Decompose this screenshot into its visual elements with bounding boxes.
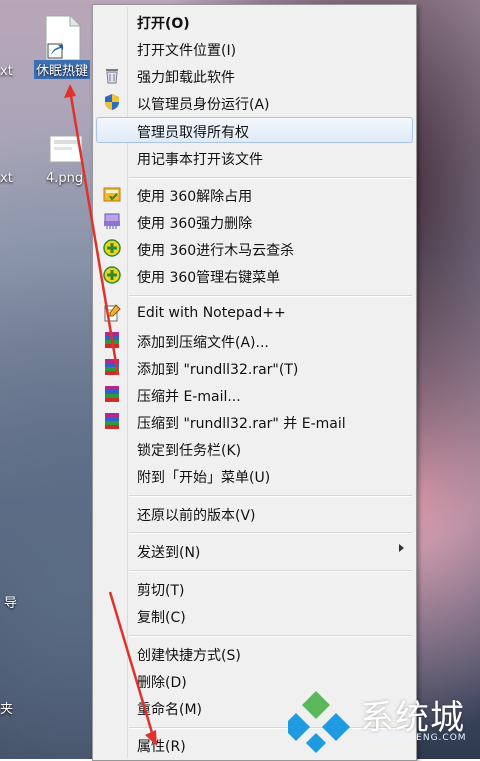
menu-item-open-location[interactable]: 打开文件位置(I) <box>93 36 416 60</box>
menu-item-open-notepad[interactable]: 用记事本打开该文件 <box>93 145 416 169</box>
desktop-text-fragment: 导 <box>4 596 18 611</box>
menu-item-add-to-rar[interactable]: 添加到 "rundll32.rar"(T) <box>93 355 416 379</box>
menu-item-label: 附到「开始」菜单(U) <box>137 470 271 486</box>
desktop-text-fragment: xt <box>0 171 13 186</box>
menu-item-send-to[interactable]: 发送到(N) <box>93 538 416 562</box>
menu-item-compress-email[interactable]: 压缩并 E-mail... <box>93 382 416 406</box>
menu-separator <box>129 495 412 497</box>
menu-item-360-manage-menu[interactable]: 使用 360管理右键菜单 <box>93 263 416 287</box>
watermark-title: 系统城 <box>360 698 465 738</box>
menu-item-label: 用记事本打开该文件 <box>137 152 263 168</box>
submenu-arrow-icon <box>399 544 404 552</box>
menu-item-label: 使用 360管理右键菜单 <box>137 270 281 286</box>
menu-item-label: 打开文件位置(I) <box>137 43 237 59</box>
shortcut-file-icon[interactable] <box>38 14 86 61</box>
menu-item-label: 还原以前的版本(V) <box>137 508 256 524</box>
menu-item-label: 压缩并 E-mail... <box>137 389 241 405</box>
menu-item-pin-start[interactable]: 附到「开始」菜单(U) <box>93 463 416 487</box>
winrar-icon <box>103 412 121 430</box>
menu-item-compress-rar-email[interactable]: 压缩到 "rundll32.rar" 并 E-mail <box>93 409 416 433</box>
menu-item-label: 强力卸载此软件 <box>137 70 235 86</box>
menu-item-label: 添加到压缩文件(A)... <box>137 335 269 351</box>
menu-separator <box>129 177 412 179</box>
menu-item-360-shred[interactable]: 使用 360强力删除 <box>93 209 416 233</box>
menu-item-label: 添加到 "rundll32.rar"(T) <box>137 362 299 378</box>
menu-separator <box>129 295 412 297</box>
menu-item-360-scan[interactable]: 使用 360进行木马云查杀 <box>93 236 416 260</box>
menu-item-restore-versions[interactable]: 还原以前的版本(V) <box>93 501 416 525</box>
menu-item-label: 管理员取得所有权 <box>137 125 249 141</box>
menu-item-pin-taskbar[interactable]: 锁定到任务栏(K) <box>93 436 416 460</box>
menu-separator <box>129 532 412 534</box>
menu-item-label: 锁定到任务栏(K) <box>137 443 242 459</box>
menu-item-label: 以管理员身份运行(A) <box>137 97 270 113</box>
desktop-text-fragment: xt <box>0 64 13 79</box>
menu-separator <box>129 570 412 572</box>
watermark-subtitle: XITONGCHENG.COM <box>360 733 467 743</box>
menu-item-run-as-admin[interactable]: 以管理员身份运行(A) <box>93 90 416 114</box>
menu-item-take-ownership[interactable]: 管理员取得所有权 <box>96 117 413 143</box>
menu-item-label: 使用 360进行木马云查杀 <box>137 243 295 259</box>
menu-item-label: 使用 360解除占用 <box>137 189 253 205</box>
menu-item-label: Edit with Notepad++ <box>137 305 286 321</box>
annotation-arrow-up <box>64 84 120 376</box>
menu-item-label: 压缩到 "rundll32.rar" 并 E-mail <box>137 416 346 432</box>
menu-separator <box>129 635 412 637</box>
desktop-icon-label[interactable]: 休眠热键 <box>34 60 91 79</box>
menu-item-force-uninstall[interactable]: 强力卸载此软件 <box>93 63 416 87</box>
menu-item-label: 打开(O) <box>137 16 190 32</box>
menu-item-label: 发送到(N) <box>137 545 201 561</box>
menu-item-label: 使用 360强力删除 <box>137 216 253 232</box>
menu-item-add-to-archive[interactable]: 添加到压缩文件(A)... <box>93 328 416 352</box>
menu-item-open[interactable]: 打开(O) <box>93 9 416 33</box>
menu-item-360-unlock[interactable]: 使用 360解除占用 <box>93 182 416 206</box>
menu-item-notepad-plus[interactable]: Edit with Notepad++ <box>93 301 416 325</box>
winrar-icon <box>103 385 121 403</box>
annotation-arrow-down <box>108 591 157 746</box>
desktop-text-fragment: 夹 <box>0 702 14 717</box>
